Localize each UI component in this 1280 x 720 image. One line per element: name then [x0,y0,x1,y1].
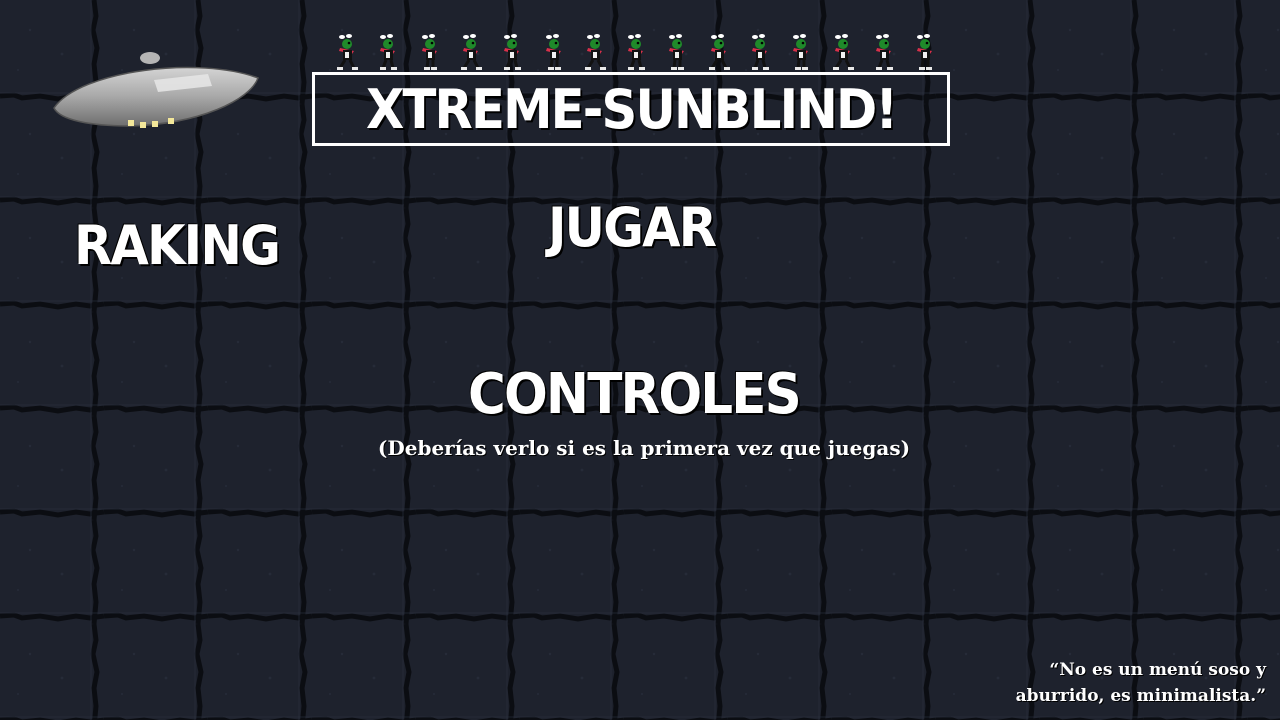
alien-runner-icon [461,34,482,70]
alien-runner-icon [422,34,437,70]
title-frame: XTREME-SUNBLIND! [312,72,950,146]
alien-runner-icon [833,34,854,70]
game-title: XTREME-SUNBLIND! [365,77,898,141]
runner-animation-strip [336,32,946,74]
quote-line-1: “No es un menú soso y [1049,660,1266,680]
alien-runner-icon [669,34,684,70]
controls-button[interactable]: CONTROLES [468,362,802,427]
alien-runner-icon [917,34,932,70]
alien-runner-icon [752,34,769,70]
play-button[interactable]: JUGAR [548,196,717,259]
alien-runner-icon [876,34,893,70]
flying-saucer-icon [53,52,259,128]
alien-runner-icon [380,34,397,70]
alien-runner-icon [546,34,561,70]
footer-quote: “No es un menú soso y aburrido, es minim… [976,657,1266,709]
alien-runner-icon [628,34,645,70]
game-screen: XTREME-SUNBLIND! RAKING JUGAR CONTROLES … [0,0,1280,720]
quote-line-2: aburrido, es minimalista.” [1015,686,1266,706]
ranking-button[interactable]: RAKING [74,214,281,277]
alien-runner-icon [585,34,606,70]
alien-runner-icon [337,34,358,70]
alien-runner-icon [793,34,808,70]
alien-runner-icon [709,34,730,70]
controls-hint-text: (Deberías verlo si es la primera vez que… [377,436,911,460]
alien-runner-icon [504,34,521,70]
